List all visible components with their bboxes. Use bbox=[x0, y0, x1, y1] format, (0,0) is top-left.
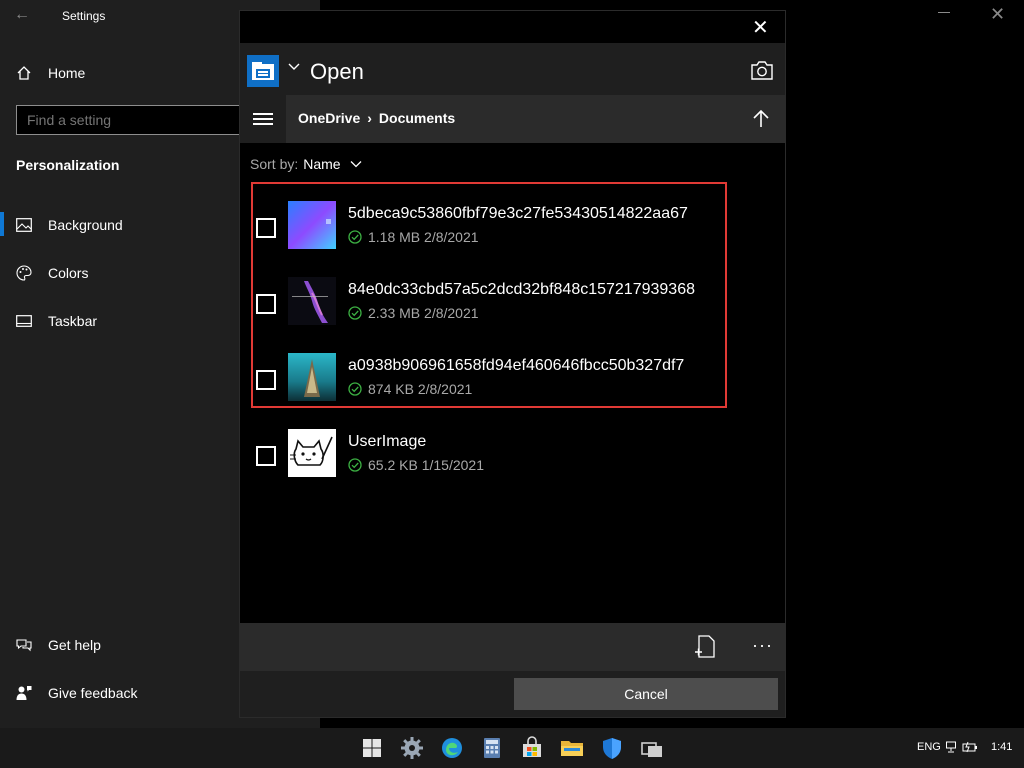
window-close-icon[interactable]: ✕ bbox=[990, 4, 1005, 25]
nav-get-help[interactable]: Get help bbox=[16, 634, 101, 656]
file-checkbox[interactable] bbox=[256, 294, 276, 314]
picture-icon bbox=[16, 217, 32, 233]
calculator-icon[interactable] bbox=[480, 736, 504, 760]
sidebar-item-background[interactable]: Background bbox=[16, 214, 123, 236]
synced-check-icon bbox=[348, 382, 362, 396]
up-arrow-icon[interactable] bbox=[752, 109, 770, 129]
picker-command-bar: ··· bbox=[240, 623, 785, 671]
file-thumbnail bbox=[288, 201, 336, 249]
hamburger-icon bbox=[253, 113, 273, 125]
edge-browser-icon[interactable] bbox=[440, 736, 464, 760]
feedback-person-icon bbox=[16, 685, 32, 701]
file-checkbox[interactable] bbox=[256, 446, 276, 466]
file-row[interactable]: 5dbeca9c53860fbf79e3c27fe53430514822aa67… bbox=[250, 201, 770, 261]
file-name: 84e0dc33cbd57a5c2dcd32bf848c157217939368 bbox=[348, 281, 695, 298]
file-row[interactable]: 84e0dc33cbd57a5c2dcd32bf848c157217939368… bbox=[250, 277, 770, 337]
file-meta: 2.33 MB 2/8/2021 bbox=[348, 305, 479, 321]
language-indicator[interactable]: ENG bbox=[917, 741, 941, 753]
task-view-icon[interactable] bbox=[640, 736, 664, 760]
file-row[interactable]: a0938b906961658fd94ef460646fbcc50b327df7… bbox=[250, 353, 770, 413]
file-thumbnail bbox=[288, 429, 336, 477]
picker-close-icon[interactable]: ✕ bbox=[752, 15, 769, 40]
file-meta: 1.18 MB 2/8/2021 bbox=[348, 229, 479, 245]
find-setting-box[interactable] bbox=[16, 105, 248, 135]
sidebar-item-label: Background bbox=[48, 217, 123, 233]
file-meta: 874 KB 2/8/2021 bbox=[348, 381, 472, 397]
chevron-down-icon bbox=[350, 161, 362, 168]
picker-title: Open bbox=[310, 59, 364, 84]
back-arrow-icon[interactable]: ← bbox=[14, 6, 30, 24]
picker-header: Open bbox=[240, 43, 785, 95]
file-explorer-folder-icon[interactable] bbox=[560, 736, 584, 760]
file-explorer-app-icon[interactable] bbox=[247, 55, 279, 87]
find-setting-input[interactable] bbox=[17, 106, 247, 134]
minimize-icon[interactable] bbox=[938, 6, 950, 18]
breadcrumb-chevron-icon: › bbox=[367, 110, 372, 126]
synced-check-icon bbox=[348, 458, 362, 472]
nav-give-feedback-label: Give feedback bbox=[48, 685, 138, 701]
file-size: 65.2 KB bbox=[368, 457, 418, 473]
sidebar-item-colors[interactable]: Colors bbox=[16, 262, 88, 284]
battery-icon[interactable] bbox=[962, 741, 978, 753]
file-checkbox[interactable] bbox=[256, 218, 276, 238]
breadcrumb-item-onedrive[interactable]: OneDrive bbox=[298, 110, 360, 126]
new-file-icon[interactable] bbox=[694, 635, 716, 659]
palette-icon bbox=[16, 265, 32, 281]
sidebar-item-label: Taskbar bbox=[48, 313, 98, 329]
settings-title: Settings bbox=[62, 9, 106, 23]
settings-gear-icon[interactable] bbox=[400, 736, 424, 760]
synced-check-icon bbox=[348, 306, 362, 320]
file-picker-dialog: ✕ Open OneDrive › Documents Sort by: Nam… bbox=[239, 10, 786, 718]
taskbar: ENG 1:41 bbox=[0, 728, 1024, 768]
store-bag-icon[interactable] bbox=[520, 736, 544, 760]
chevron-down-icon[interactable] bbox=[286, 59, 302, 75]
sort-value: Name bbox=[303, 156, 341, 172]
file-size: 1.18 MB bbox=[368, 229, 421, 245]
help-chat-icon bbox=[16, 637, 32, 653]
cancel-button[interactable]: Cancel bbox=[514, 678, 778, 710]
file-name: 5dbeca9c53860fbf79e3c27fe53430514822aa67 bbox=[348, 205, 688, 222]
file-name: UserImage bbox=[348, 433, 427, 450]
file-name: a0938b906961658fd94ef460646fbcc50b327df7 bbox=[348, 357, 685, 374]
file-checkbox[interactable] bbox=[256, 370, 276, 390]
sidebar-item-taskbar[interactable]: Taskbar bbox=[16, 310, 97, 332]
file-date: 1/15/2021 bbox=[421, 457, 485, 473]
file-thumbnail bbox=[288, 277, 336, 325]
file-thumbnail bbox=[288, 353, 336, 401]
more-options-icon[interactable]: ··· bbox=[752, 635, 773, 656]
sort-control[interactable]: Sort by: Name bbox=[250, 156, 363, 172]
camera-icon[interactable] bbox=[750, 59, 774, 81]
file-row[interactable]: UserImage 65.2 KB 1/15/2021 bbox=[250, 429, 770, 489]
file-size: 874 KB bbox=[368, 381, 414, 397]
file-date: 2/8/2021 bbox=[417, 381, 473, 397]
sidebar-item-label: Colors bbox=[48, 265, 89, 281]
nav-get-help-label: Get help bbox=[48, 637, 101, 653]
file-date: 2/8/2021 bbox=[424, 305, 479, 321]
network-icon[interactable] bbox=[945, 741, 957, 753]
breadcrumb-bar: OneDrive › Documents bbox=[240, 95, 785, 143]
clock-time[interactable]: 1:41 bbox=[991, 741, 1012, 753]
breadcrumb: OneDrive › Documents bbox=[298, 110, 455, 126]
taskbar-icon bbox=[16, 313, 32, 329]
file-size: 2.33 MB bbox=[368, 305, 421, 321]
home-icon bbox=[16, 65, 32, 81]
start-windows-icon[interactable] bbox=[360, 736, 384, 760]
picker-footer: Cancel bbox=[240, 671, 785, 717]
sort-label: Sort by: bbox=[250, 156, 299, 172]
nav-give-feedback[interactable]: Give feedback bbox=[16, 682, 138, 704]
security-shield-icon[interactable] bbox=[600, 736, 624, 760]
breadcrumb-item-documents[interactable]: Documents bbox=[379, 110, 455, 126]
nav-home-label: Home bbox=[48, 65, 86, 81]
nav-home[interactable]: Home bbox=[16, 62, 85, 84]
navigation-menu-button[interactable] bbox=[240, 95, 286, 143]
picker-titlebar: ✕ bbox=[240, 11, 785, 43]
nav-active-indicator bbox=[0, 212, 4, 236]
synced-check-icon bbox=[348, 230, 362, 244]
section-heading: Personalization bbox=[16, 157, 120, 173]
file-date: 2/8/2021 bbox=[424, 229, 479, 245]
file-meta: 65.2 KB 1/15/2021 bbox=[348, 457, 484, 473]
